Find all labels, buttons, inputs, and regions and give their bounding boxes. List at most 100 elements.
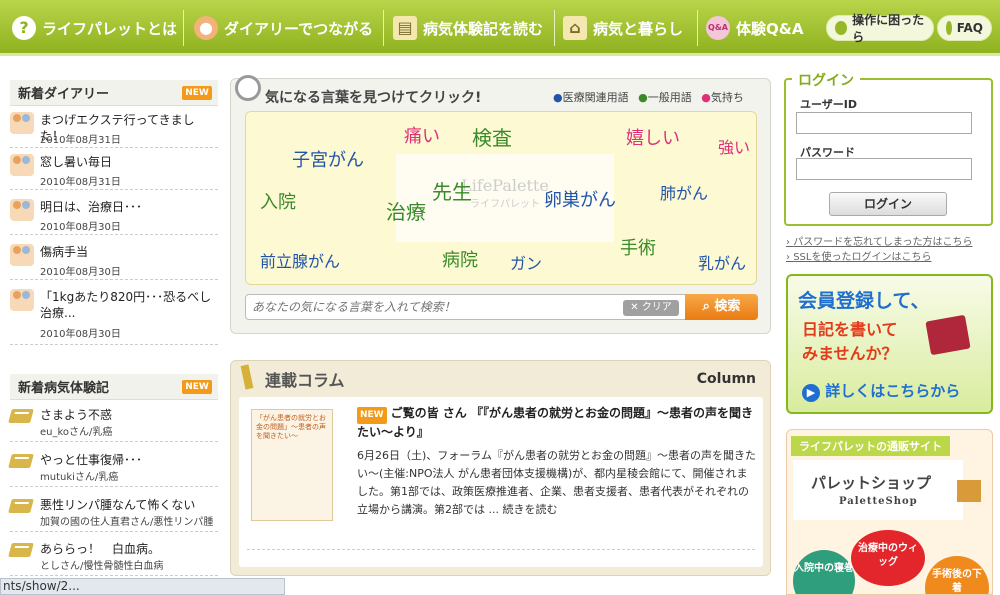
ssl-login-link[interactable]: › SSLを使ったログインはこちら: [786, 248, 931, 263]
arrow-circle-icon: ▶: [802, 384, 820, 402]
user-id-input[interactable]: [796, 112, 972, 134]
shop-title: ライフパレットの通販サイト: [791, 436, 950, 456]
keyword-link[interactable]: 治療: [386, 196, 426, 225]
column-title: 連載コラム: [265, 371, 345, 390]
user-avatar-icon: [10, 289, 34, 311]
nav-divider: [554, 10, 555, 46]
shop-logo: パレットショップ PaletteShop: [793, 460, 963, 520]
diary-book-icon: [925, 314, 971, 356]
keyword-title: 気になる言葉を見つけてクリック!: [265, 90, 482, 106]
experience-item[interactable]: やっと仕事復帰･･･ mutukiさん/乳癌: [8, 449, 218, 487]
diary-item[interactable]: まつげエクステ行ってきました！ 2010年08月31日: [10, 110, 218, 148]
keyword-link[interactable]: 病院: [442, 246, 478, 272]
register-banner[interactable]: 会員登録して、 日記を書いて みませんか？ ▶ 詳しくはこちらから: [786, 274, 993, 414]
user-id-label: ユーザーID: [800, 98, 858, 111]
nav-qa[interactable]: Q&A 体験Q&A: [706, 0, 803, 56]
keyword-link[interactable]: 手術: [620, 234, 656, 260]
keyword-link[interactable]: 先生: [432, 176, 472, 205]
new-badge: NEW: [182, 86, 212, 100]
shop-bubble: 治療中のウィッグ: [851, 530, 925, 586]
column-panel: 連載コラム Column 「がん患者の就労とお金の問題」～患者の声を聞きたい～ …: [230, 360, 771, 576]
keyword-legend: ●医療関連用語 ●一般用語 ●気持ち: [553, 91, 744, 104]
qa-icon: Q&A: [706, 16, 730, 40]
login-title: ログイン: [792, 70, 860, 90]
experience-item[interactable]: さまよう不惑 eu_koさん/乳癌: [8, 404, 218, 442]
column-card: 「がん患者の就労とお金の問題」～患者の声を聞きたい～ NEW ご覧の皆 さん 『『…: [239, 397, 763, 567]
login-button[interactable]: ログイン: [829, 192, 947, 216]
search-button[interactable]: ⌕ 検索: [685, 294, 758, 320]
column-thumbnail[interactable]: 「がん患者の就労とお金の問題」～患者の声を聞きたい～: [251, 409, 333, 521]
keyword-link[interactable]: 痛い: [404, 122, 440, 148]
shop-banner[interactable]: ライフパレットの通販サイト パレットショップ PaletteShop 入院中の寝…: [786, 429, 993, 595]
user-avatar-icon: [10, 244, 34, 266]
nav-about[interactable]: ? ライフパレットとは: [12, 0, 177, 56]
nav-divider: [697, 10, 698, 46]
user-avatar-icon: [10, 199, 34, 221]
new-badge: NEW: [182, 380, 212, 394]
new-experience-title: 新着病気体験記 NEW: [10, 374, 218, 400]
pencil-icon: [240, 364, 254, 390]
keyword-panel: 気になる言葉を見つけてクリック! ●医療関連用語 ●一般用語 ●気持ち Life…: [230, 75, 771, 334]
keyword-link[interactable]: 卵巣がん: [544, 186, 616, 212]
help-link[interactable]: 操作に困ったら: [826, 13, 934, 44]
password-input[interactable]: [796, 158, 972, 180]
book-icon: ▤: [393, 16, 417, 40]
nav-living[interactable]: ⌂ 病気と暮らし: [563, 0, 683, 56]
keyword-link[interactable]: 前立腺がん: [260, 248, 340, 272]
arrow-icon: [946, 21, 952, 35]
nav-divider: [383, 10, 384, 46]
nav-diary[interactable]: ● ダイアリーでつながる: [194, 0, 373, 56]
magnifier-icon: [235, 75, 261, 101]
keyword-link[interactable]: ガン: [510, 250, 542, 274]
user-avatar-icon: [10, 112, 34, 134]
diary-item[interactable]: 窓し暑い毎日 2010年08月31日: [10, 152, 218, 190]
column-label: Column: [696, 371, 756, 387]
user-avatar-icon: [10, 154, 34, 176]
global-nav: ? ライフパレットとは ● ダイアリーでつながる ▤ 病気体験記を読む ⌂ 病気と暮らし…: [0, 0, 1000, 56]
arrow-icon: ›: [786, 237, 790, 248]
clear-button[interactable]: ✕ クリア: [623, 300, 679, 316]
nav-experience[interactable]: ▤ 病気体験記を読む: [393, 0, 543, 56]
login-box: ログイン ユーザーID パスワード ログイン: [784, 70, 993, 226]
book-icon: [8, 454, 34, 468]
nav-divider: [183, 10, 184, 46]
house-icon: ⌂: [563, 16, 587, 40]
diary-item[interactable]: 傷病手当 2010年08月30日: [10, 242, 218, 280]
column-body: 6月26日（土)、フォーラム『がん患者の就労とお金の問題』～患者の声を聞きたい～…: [357, 449, 756, 516]
book-icon: [8, 409, 34, 423]
people-icon: ●: [194, 16, 218, 40]
experience-item[interactable]: あららっ！ 白血病。 としさん/慢性骨髄性白血病: [8, 538, 218, 576]
register-headline: 会員登録して、: [798, 290, 930, 312]
book-icon: [8, 499, 34, 513]
search-icon: ⌕: [702, 299, 710, 314]
forgot-password-link[interactable]: › パスワードを忘れてしまった方はこちら: [786, 233, 973, 248]
diary-item[interactable]: 明日は、治療日･･･ 2010年08月30日: [10, 197, 218, 235]
keyword-link[interactable]: 入院: [260, 188, 296, 214]
register-details-link[interactable]: ▶ 詳しくはこちらから: [802, 380, 960, 402]
keyword-link[interactable]: 子宮がん: [292, 146, 364, 172]
keyword-link[interactable]: 強い: [718, 134, 750, 158]
diary-item[interactable]: 「1kgあたり820円･･･恐るべし治療... 2010年08月30日: [10, 287, 218, 345]
new-badge: NEW: [357, 407, 387, 424]
arrow-icon: [835, 21, 848, 35]
keyword-search-bar: ✕ クリア ⌕ 検索: [245, 294, 758, 320]
new-diary-title: 新着ダイアリー NEW: [10, 80, 218, 106]
column-headline[interactable]: NEW ご覧の皆 さん 『『がん患者の就労とお金の問題』～患者の声を聞きたい～より…: [357, 405, 757, 441]
arrow-icon: ›: [786, 252, 790, 263]
keyword-cloud: LifePalette ライフパレット 痛い 検査 嬉しい 強い 子宮がん 先生…: [245, 111, 757, 285]
book-icon: [8, 543, 34, 557]
keyword-link[interactable]: 乳がん: [698, 250, 746, 274]
shop-bubble: 手術後の下着: [925, 556, 989, 594]
keyword-link[interactable]: 肺がん: [660, 180, 708, 204]
shop-bubble: 入院中の寝巻: [793, 550, 855, 594]
keyword-link[interactable]: 嬉しい: [626, 124, 680, 150]
question-icon: ?: [12, 16, 36, 40]
gift-box-icon: [957, 480, 981, 502]
keyword-link[interactable]: 検査: [472, 122, 512, 151]
close-icon: ✕: [630, 302, 639, 313]
divider: [247, 549, 755, 550]
faq-link[interactable]: FAQ: [937, 15, 992, 41]
status-bar: nts/show/2...: [0, 578, 285, 595]
keyword-search-input[interactable]: [252, 297, 612, 317]
experience-item[interactable]: 悪性リンパ腫なんて怖くない 加賀の國の住人直君さん/悪性リンパ腫: [8, 494, 218, 532]
